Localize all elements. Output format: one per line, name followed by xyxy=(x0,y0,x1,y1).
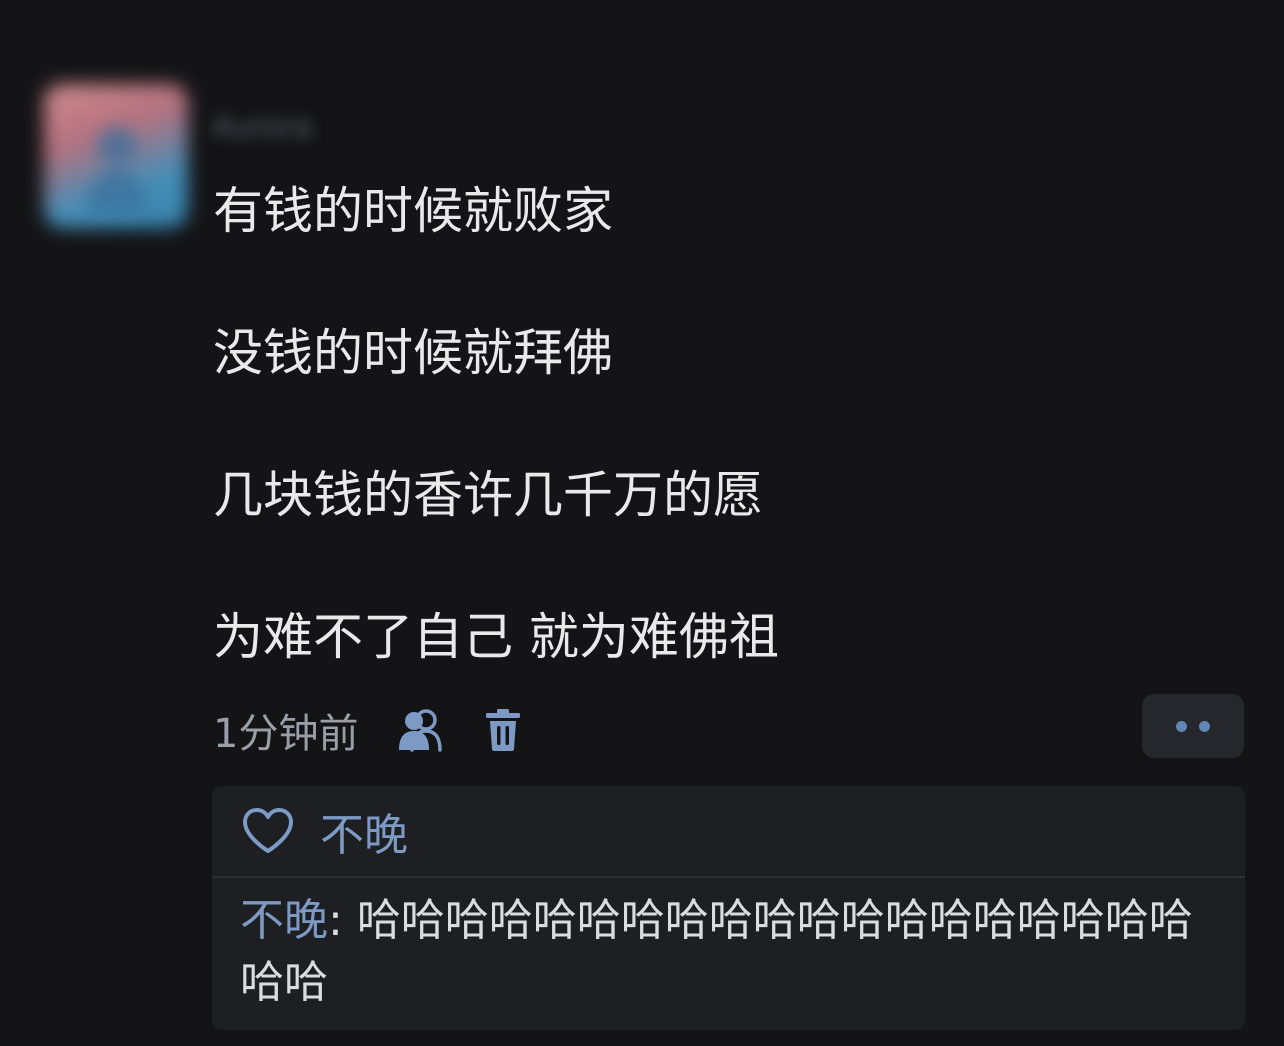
avatar-figure-icon xyxy=(87,126,147,214)
friends-icon[interactable] xyxy=(394,703,448,757)
trash-icon[interactable] xyxy=(476,703,530,757)
more-dots-icon xyxy=(1176,720,1187,732)
post-time: 1分钟前 xyxy=(213,711,359,757)
liker-name[interactable]: 不晚 xyxy=(320,799,408,863)
post-line: 为难不了自己 就为难佛祖 xyxy=(213,608,779,666)
reply-text: 哈哈哈哈哈哈哈哈哈哈哈哈哈哈哈哈哈哈哈哈哈 xyxy=(240,895,1193,1008)
more-button[interactable] xyxy=(1142,694,1244,758)
reply-user[interactable]: 不晚 xyxy=(240,895,328,946)
reply-colon: : xyxy=(328,895,357,946)
post-meta: 1分钟前 xyxy=(213,700,558,760)
moment-post: Aurora 有钱的时候就败家 没钱的时候就拜佛 几块钱的香许几千万的愿 为难不… xyxy=(0,0,1284,1046)
interaction-panel: 不晚 不晚: 哈哈哈哈哈哈哈哈哈哈哈哈哈哈哈哈哈哈哈哈哈 xyxy=(212,786,1245,1030)
post-content: 有钱的时候就败家 没钱的时候就拜佛 几块钱的香许几千万的愿 为难不了自己 就为难… xyxy=(213,176,1213,672)
reply-comment[interactable]: 不晚: 哈哈哈哈哈哈哈哈哈哈哈哈哈哈哈哈哈哈哈哈哈 xyxy=(212,878,1245,1014)
post-line: 几块钱的香许几千万的愿 xyxy=(213,466,763,524)
post-line: 有钱的时候就败家 xyxy=(213,182,613,240)
username[interactable]: Aurora xyxy=(212,110,392,150)
more-dots-icon xyxy=(1199,720,1210,732)
likes-row: 不晚 xyxy=(212,786,1245,878)
heart-outline-icon[interactable] xyxy=(240,806,296,856)
post-line: 没钱的时候就拜佛 xyxy=(213,324,613,382)
